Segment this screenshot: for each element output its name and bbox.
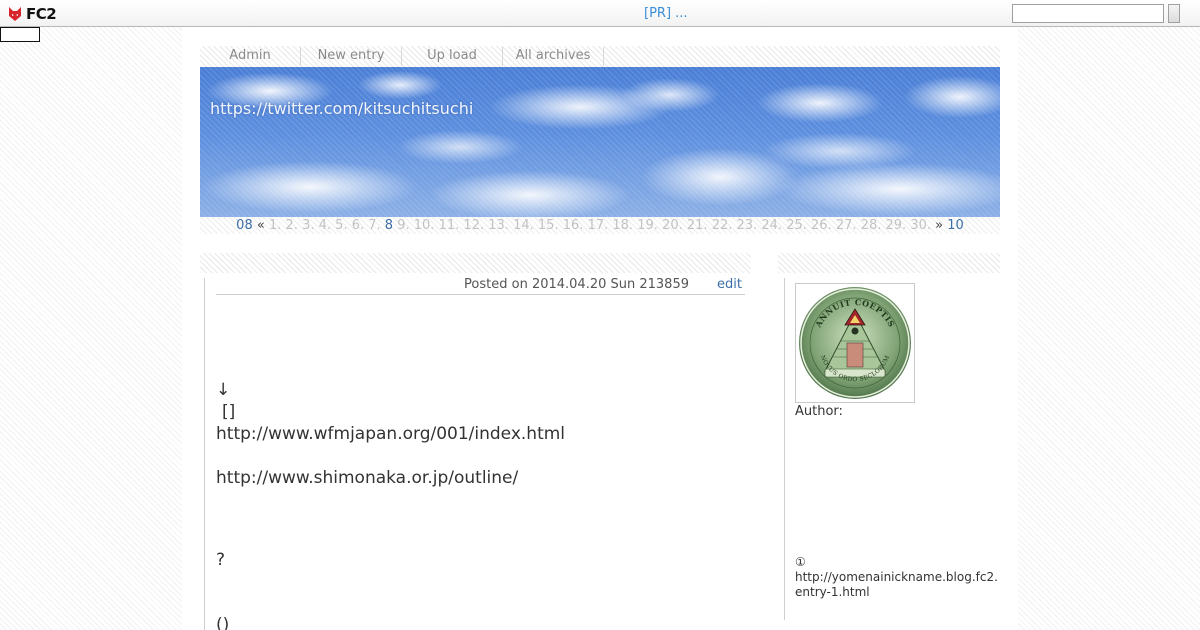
entry-title-bar bbox=[200, 253, 751, 273]
calendar-day[interactable]: 25. bbox=[786, 218, 807, 233]
calendar-day[interactable]: 15. bbox=[538, 218, 559, 233]
calendar-day[interactable]: 24. bbox=[761, 218, 782, 233]
nav-divider bbox=[603, 47, 604, 66]
calendar-day[interactable]: 1. bbox=[269, 218, 281, 233]
calendar-next-arrow: » bbox=[935, 218, 944, 233]
post-link-shimonaka[interactable]: http://www.shimonaka.or.jp/outline/ bbox=[216, 467, 518, 489]
calendar-bar: 08 « 1. 2. 3. 4. 5. 6. 7. 8 9. 10. 11. 1… bbox=[200, 217, 1000, 234]
calendar-day[interactable]: 27. bbox=[836, 218, 857, 233]
post-link-wfmjapan[interactable]: http://www.wfmjapan.org/001/index.html bbox=[216, 423, 565, 445]
calendar-day[interactable]: 18. bbox=[612, 218, 633, 233]
calendar-day[interactable]: 4. bbox=[319, 218, 331, 233]
calendar-day[interactable]: 23. bbox=[737, 218, 758, 233]
calendar-day[interactable]: 7. bbox=[368, 218, 380, 233]
calendar-prev-arrow: « bbox=[256, 218, 265, 233]
fc2-logo-text: FC2 bbox=[26, 5, 57, 23]
great-seal-avatar-image: ANNUIT COEPTIS NOVUS ORDO SECLORUM bbox=[799, 287, 911, 399]
blog-nav: Admin New entry Up load All archives bbox=[200, 46, 1000, 67]
nav-upload[interactable]: Up load bbox=[402, 46, 502, 67]
calendar-day[interactable]: 14. bbox=[513, 218, 534, 233]
entry-divider-line bbox=[204, 278, 205, 630]
sidebar-note-link[interactable]: http://yomenainickname.blog.fc2. entry-1… bbox=[795, 570, 1010, 600]
calendar-day[interactable]: 6. bbox=[352, 218, 364, 233]
sidebar-note-link-line1: http://yomenainickname.blog.fc2. bbox=[795, 570, 998, 584]
post-date: Posted on 2014.04.20 Sun 213859 bbox=[464, 277, 689, 292]
calendar-day[interactable]: 11. bbox=[439, 218, 460, 233]
post-meta: Posted on 2014.04.20 Sun 213859 edit bbox=[216, 277, 745, 295]
calendar-day[interactable]: 8 bbox=[385, 218, 393, 233]
nav-all-archives[interactable]: All archives bbox=[503, 46, 603, 67]
calendar-day[interactable]: 21. bbox=[687, 218, 708, 233]
calendar-days: 1. 2. 3. 4. 5. 6. 7. 8 9. 10. 11. 12. 13… bbox=[269, 218, 935, 233]
pr-link[interactable]: [PR] ... bbox=[644, 6, 688, 21]
search-input[interactable] bbox=[1012, 4, 1164, 23]
calendar-day[interactable]: 19. bbox=[637, 218, 658, 233]
nav-new-entry[interactable]: New entry bbox=[301, 46, 401, 67]
fc2-logo[interactable]: FC2 bbox=[6, 4, 57, 24]
calendar-day[interactable]: 22. bbox=[712, 218, 733, 233]
calendar-day[interactable]: 28. bbox=[861, 218, 882, 233]
calendar-day[interactable]: 30. bbox=[910, 218, 931, 233]
post-parens: () bbox=[216, 615, 230, 630]
blog-title-link[interactable]: https://twitter.com/kitsuchitsuchi bbox=[210, 99, 473, 118]
fc2-fox-icon bbox=[9, 7, 21, 21]
post-question: ? bbox=[216, 550, 226, 570]
skip-box[interactable] bbox=[0, 27, 40, 42]
post-arrow: ↓ bbox=[216, 380, 231, 400]
calendar-day[interactable]: 9. bbox=[397, 218, 409, 233]
calendar-day[interactable]: 17. bbox=[588, 218, 609, 233]
sidebar-note-link-line2: entry-1.html bbox=[795, 585, 870, 599]
calendar-day[interactable]: 20. bbox=[662, 218, 683, 233]
calendar-day[interactable]: 3. bbox=[302, 218, 314, 233]
sidebar-divider-line bbox=[784, 278, 785, 620]
fc2-top-bar: FC2 [PR] ... bbox=[0, 0, 1200, 27]
author-label: Author: bbox=[795, 404, 843, 419]
calendar-day[interactable]: 29. bbox=[886, 218, 907, 233]
calendar-day[interactable]: 16. bbox=[563, 218, 584, 233]
nav-admin[interactable]: Admin bbox=[200, 46, 300, 67]
calendar-next-month[interactable]: 10 bbox=[947, 218, 964, 233]
post-edit-link[interactable]: edit bbox=[717, 277, 742, 292]
sidebar-note-marker: ① bbox=[795, 555, 806, 569]
calendar-day[interactable]: 2. bbox=[286, 218, 298, 233]
sidebar-note: ① http://yomenainickname.blog.fc2. entry… bbox=[795, 555, 1010, 600]
post-brackets: [] bbox=[222, 402, 236, 422]
search-button[interactable] bbox=[1168, 4, 1180, 23]
blog-header: https://twitter.com/kitsuchitsuchi bbox=[200, 67, 1000, 217]
calendar-day[interactable]: 5. bbox=[335, 218, 347, 233]
avatar: ANNUIT COEPTIS NOVUS ORDO SECLORUM bbox=[795, 283, 915, 403]
calendar-prev-month[interactable]: 08 bbox=[236, 218, 253, 233]
calendar-day[interactable]: 10. bbox=[414, 218, 435, 233]
calendar-day[interactable]: 12. bbox=[463, 218, 484, 233]
blog-container: Admin New entry Up load All archives htt… bbox=[182, 27, 1018, 630]
calendar-day[interactable]: 26. bbox=[811, 218, 832, 233]
sidebar-title-bar bbox=[778, 253, 1000, 273]
calendar-day[interactable]: 13. bbox=[488, 218, 509, 233]
